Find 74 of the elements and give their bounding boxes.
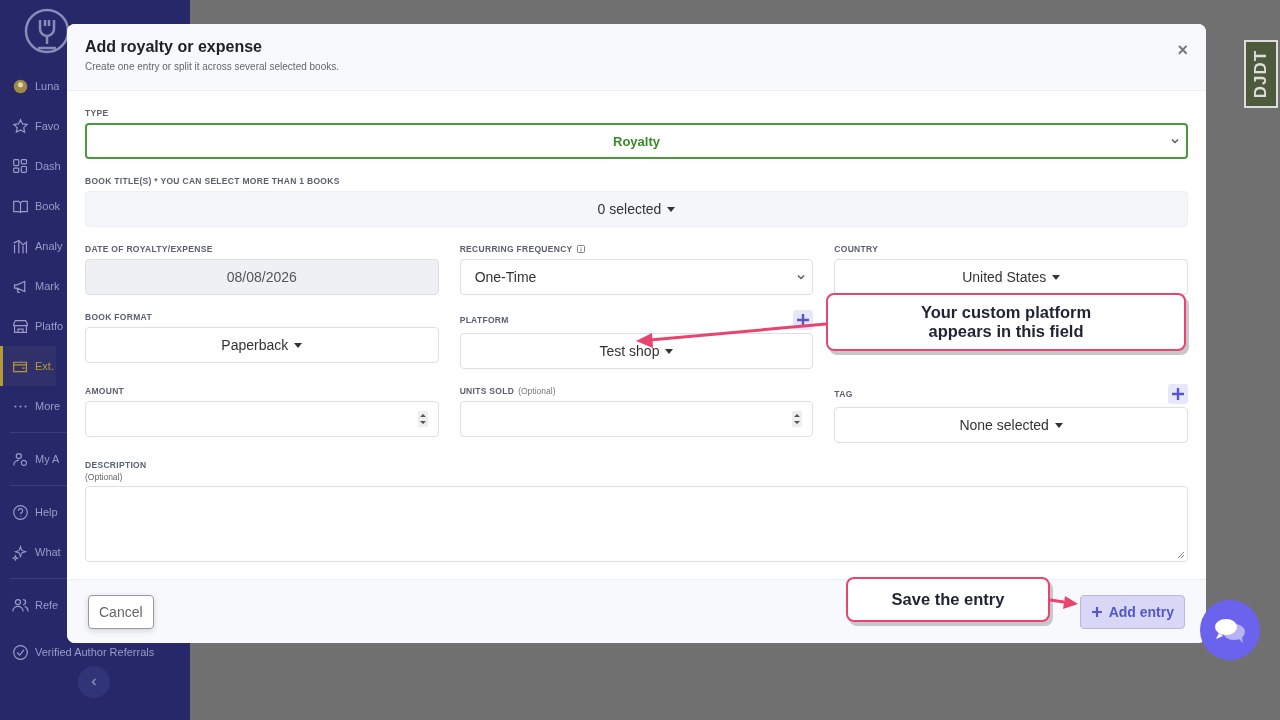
resize-grip-icon xyxy=(1177,551,1185,559)
sidebar-item[interactable]: Refe xyxy=(0,585,61,625)
select-field[interactable]: One-Time xyxy=(459,259,814,295)
field-label: TYPE xyxy=(85,108,109,118)
number-field[interactable] xyxy=(459,401,814,437)
sparkle-icon xyxy=(12,543,29,561)
chevron-left-icon xyxy=(89,677,99,687)
check-icon xyxy=(12,643,29,661)
sidebar-item[interactable]: Analy xyxy=(0,226,65,266)
field-label: AMOUNT xyxy=(85,386,125,396)
store-icon xyxy=(12,317,29,335)
dropdown-field[interactable]: United States xyxy=(834,259,1188,295)
grid-icon xyxy=(12,157,29,175)
spinner-icon xyxy=(417,411,428,427)
caret-icon xyxy=(1052,274,1061,280)
field-label: UNITS SOLD xyxy=(459,386,515,396)
chevron-icon xyxy=(1170,136,1180,146)
date-field[interactable]: 08/08/2026 xyxy=(85,259,439,295)
close-button[interactable]: × xyxy=(1175,40,1190,61)
select-field[interactable]: Royalty xyxy=(85,123,1188,159)
spinner-icon xyxy=(792,411,803,427)
plus-icon xyxy=(796,313,811,327)
dropdown-field[interactable]: None selected xyxy=(834,407,1188,443)
dialog-subtitle: Create one entry or split it across several selected books. xyxy=(85,61,340,72)
caret-icon xyxy=(665,348,674,354)
description-field[interactable] xyxy=(85,486,1188,562)
debug-toolbar-tab[interactable]: DJDT xyxy=(1244,40,1278,108)
field-label: DESCRIPTION xyxy=(85,460,147,470)
people-icon xyxy=(12,596,29,614)
field-label: BOOK TITLE(S) * YOU CAN SELECT MORE THAN 1 BOOKS xyxy=(85,176,340,186)
dropdown-field[interactable]: Paperback xyxy=(85,327,439,363)
sidebar-item[interactable]: More xyxy=(0,386,63,426)
optional-hint: (Optional) xyxy=(85,472,124,482)
help-icon xyxy=(12,503,29,521)
sidebar-item[interactable]: Help xyxy=(0,492,60,532)
plug-logo-icon xyxy=(24,8,70,54)
field-label: TAG xyxy=(834,389,853,399)
sidebar-item[interactable]: Favo xyxy=(0,106,62,146)
field-label: BOOK FORMAT xyxy=(85,312,152,322)
cancel-button[interactable]: Cancel xyxy=(88,594,154,629)
sidebar-item[interactable]: My A xyxy=(0,439,62,479)
dropdown-field[interactable]: Test shop xyxy=(459,333,814,369)
sidebar-item[interactable]: Verified Author Referrals xyxy=(0,639,157,665)
number-field[interactable] xyxy=(85,401,439,437)
field-label: COUNTRY xyxy=(834,244,879,254)
sidebar-item[interactable]: What xyxy=(0,532,63,572)
plus-icon xyxy=(1171,387,1185,401)
avatar-icon xyxy=(12,77,29,95)
sidebar-item[interactable]: Book xyxy=(0,186,63,226)
sidebar-item[interactable]: Mark xyxy=(0,266,62,306)
dialog-title: Add royalty or expense xyxy=(85,38,262,56)
sidebar-item[interactable]: Dash xyxy=(0,146,63,186)
chevron-icon xyxy=(796,272,807,282)
multi-select-field[interactable]: 0 selected xyxy=(85,191,1188,227)
chat-button[interactable] xyxy=(1200,600,1260,660)
field-label: RECURRING FREQUENCY xyxy=(459,244,573,254)
field-label: PLATFORM xyxy=(459,315,509,325)
arrow xyxy=(1049,596,1078,609)
sidebar-item[interactable]: Ext. xyxy=(0,346,56,386)
user-icon xyxy=(12,450,29,468)
chart-icon xyxy=(12,237,29,255)
star-icon xyxy=(12,117,29,135)
add-button[interactable] xyxy=(1168,384,1188,404)
caret-icon xyxy=(1054,422,1063,428)
caret-icon xyxy=(667,206,676,212)
caret-icon xyxy=(294,342,303,348)
add-entry-button[interactable]: Add entry xyxy=(1079,594,1185,629)
sidebar-item[interactable]: Platfo xyxy=(0,306,66,346)
collapse-button[interactable] xyxy=(78,666,110,698)
sidebar-item[interactable]: Luna xyxy=(0,66,62,106)
field-label: DATE OF ROYALTY/EXPENSE xyxy=(85,244,213,254)
optional-hint: (Optional) xyxy=(518,386,556,396)
dots-icon xyxy=(12,403,29,409)
plus-icon xyxy=(1090,605,1103,618)
